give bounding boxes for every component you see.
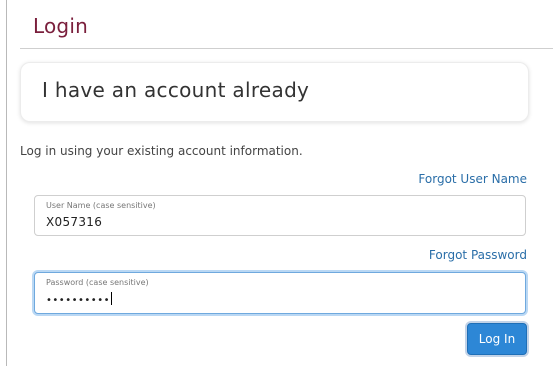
page-title: Login <box>33 14 88 38</box>
username-value[interactable]: X057316 <box>46 214 102 230</box>
page-left-border <box>6 0 7 366</box>
username-label: User Name (case sensitive) <box>46 201 156 210</box>
account-panel-heading: I have an account already <box>42 78 310 102</box>
text-caret <box>110 292 112 305</box>
login-button[interactable]: Log In <box>467 323 527 355</box>
title-divider <box>20 48 553 49</box>
account-panel: I have an account already <box>20 62 529 122</box>
password-label: Password (case sensitive) <box>46 278 149 287</box>
password-value[interactable]: •••••••••• <box>46 292 112 308</box>
login-instructions: Log in using your existing account infor… <box>20 144 303 158</box>
password-masked-text: •••••••••• <box>46 295 110 306</box>
password-field[interactable]: Password (case sensitive) •••••••••• <box>34 272 526 314</box>
login-page: Login I have an account already Log in u… <box>0 0 553 366</box>
username-field[interactable]: User Name (case sensitive) X057316 <box>34 195 526 236</box>
forgot-password-link[interactable]: Forgot Password <box>429 247 527 263</box>
forgot-username-link[interactable]: Forgot User Name <box>418 171 527 187</box>
